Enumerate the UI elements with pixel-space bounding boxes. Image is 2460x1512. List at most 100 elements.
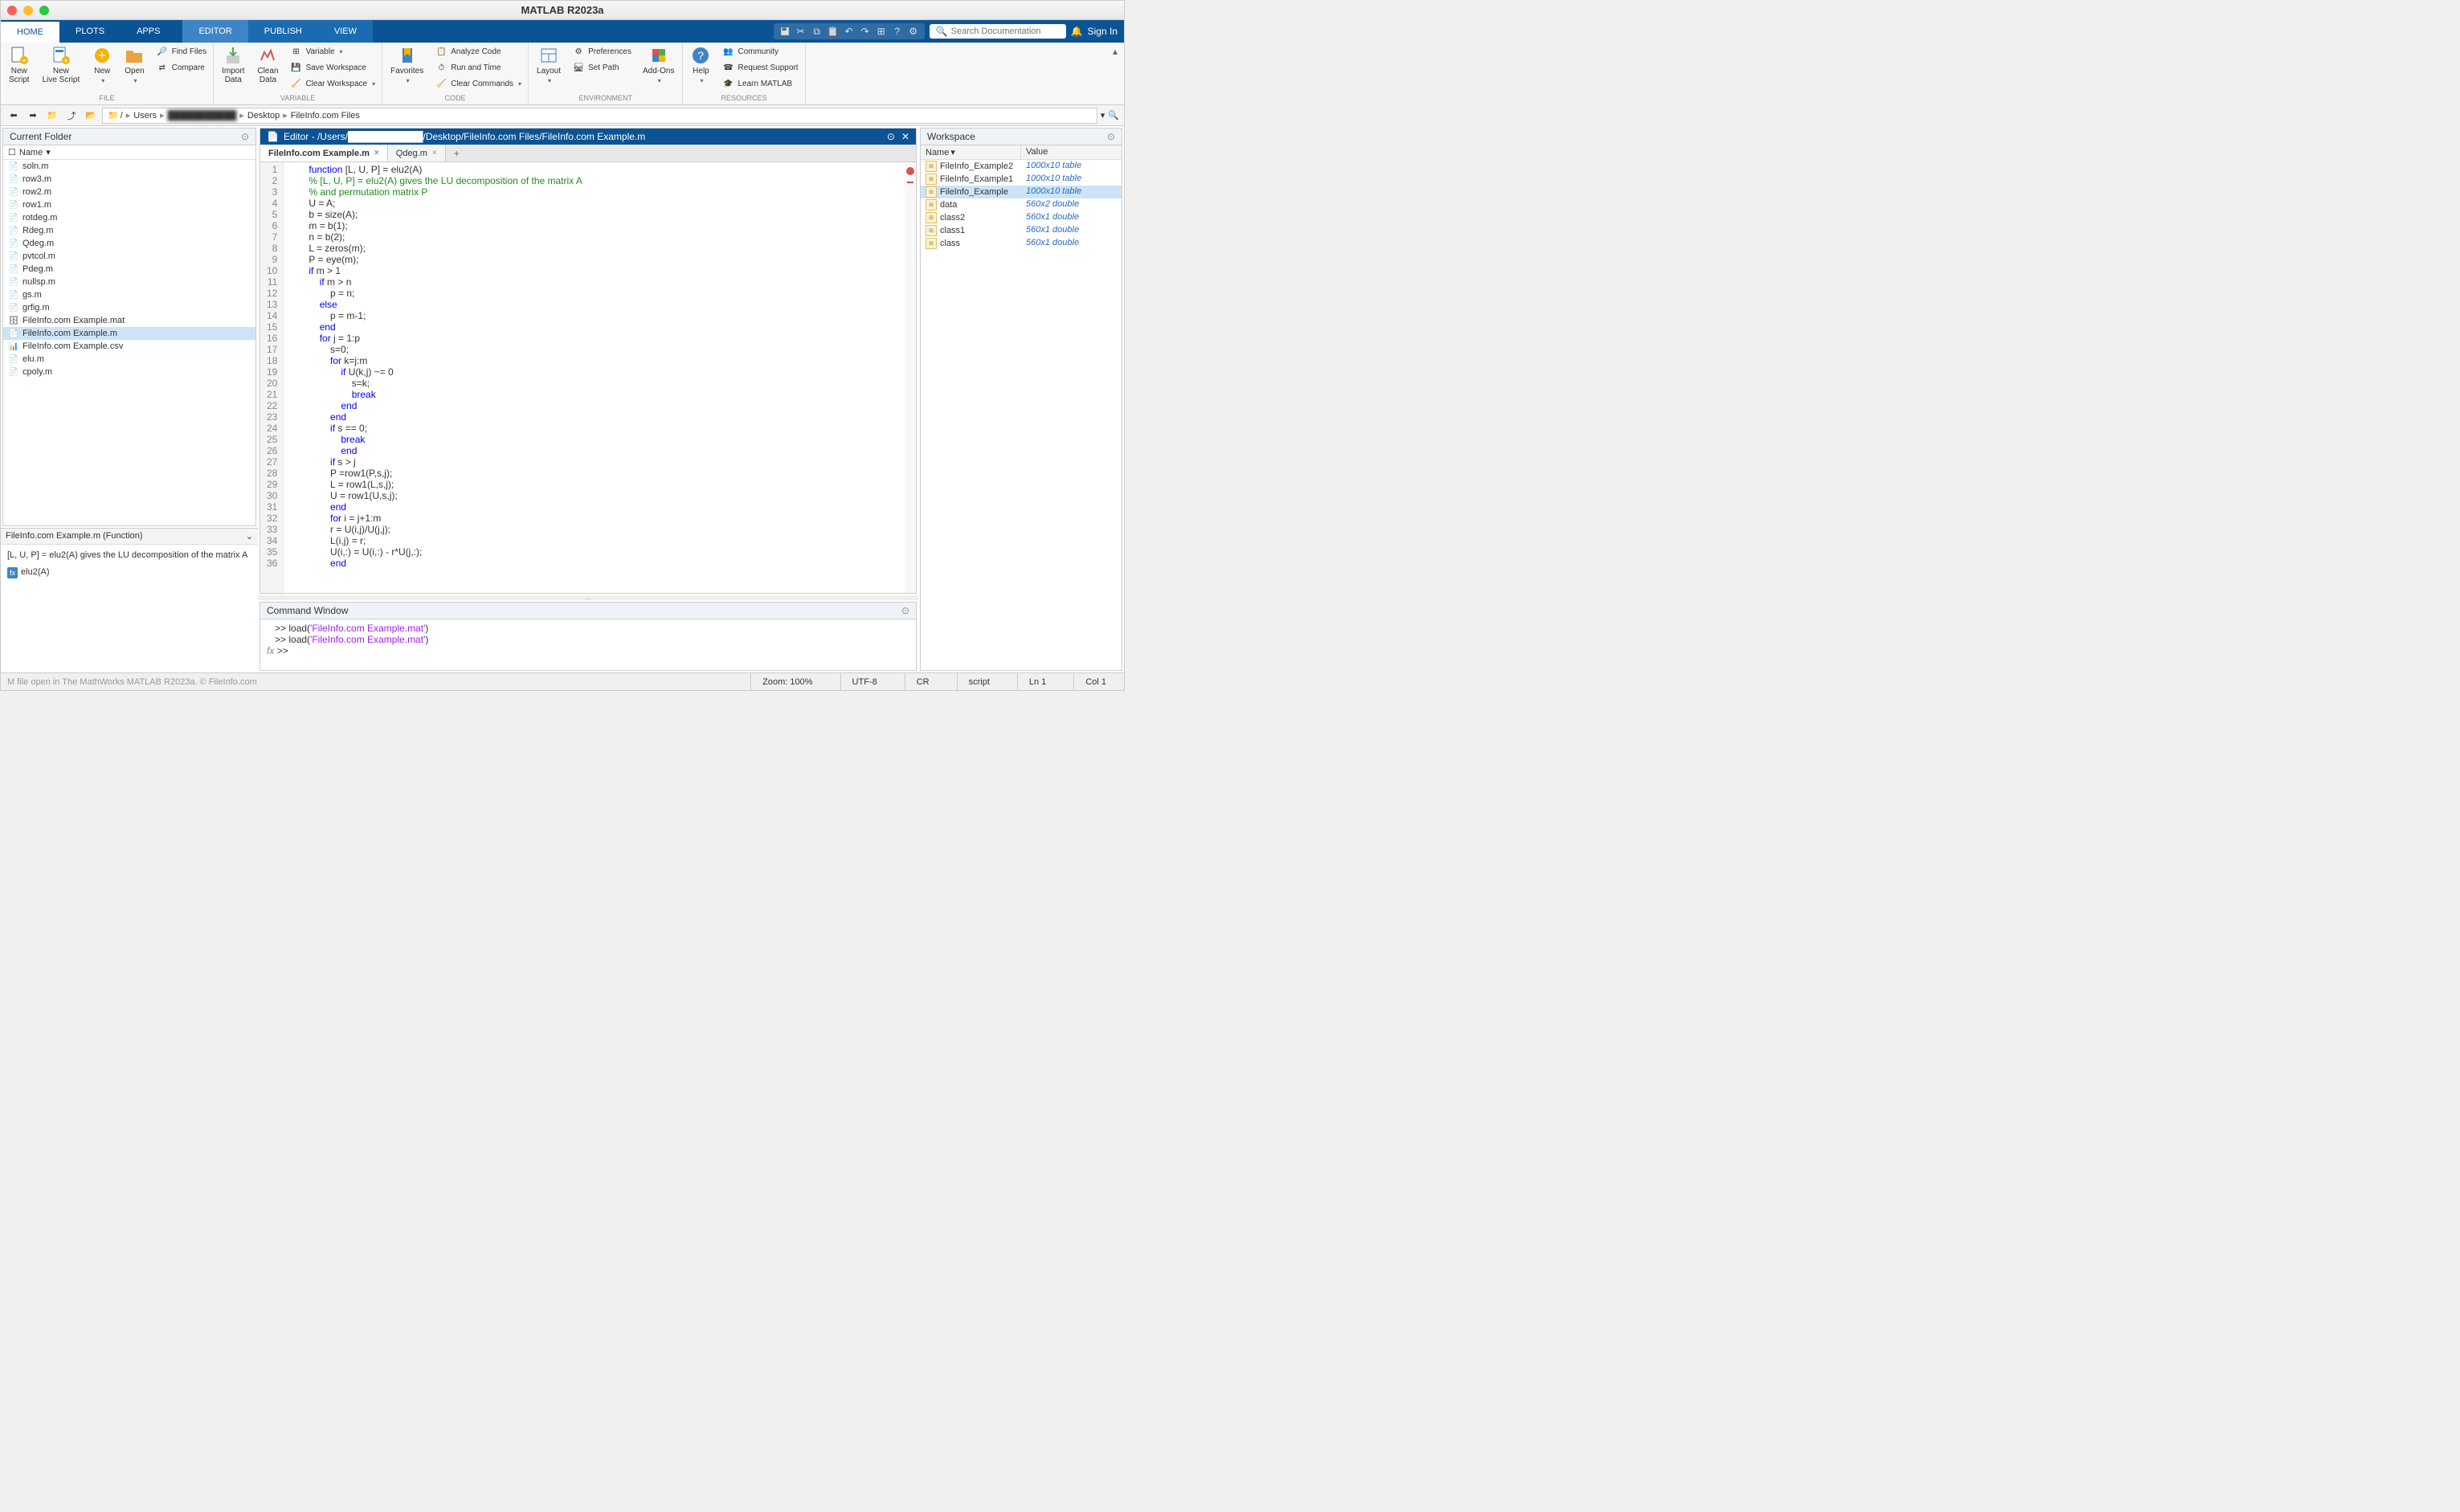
code-line[interactable]: end [309,558,881,569]
name-column[interactable]: Name [19,148,43,157]
layout-button[interactable]: Layout [533,44,564,86]
command-line[interactable]: fx >> [267,645,909,656]
editor-tab[interactable]: Qdeg.m× [388,145,446,161]
tab-close-icon[interactable]: × [432,149,437,157]
code-line[interactable]: for j = 1:p [309,333,881,344]
code-line[interactable]: if m > n [309,276,881,288]
workspace-item[interactable]: ⊞data560x2 double [921,198,1122,211]
save-icon[interactable] [778,25,791,38]
code-line[interactable]: P =row1(P,s,j); [309,468,881,479]
community-button[interactable]: 👥Community [720,44,799,59]
code-line[interactable]: U = row1(U,s,j); [309,490,881,501]
code-line[interactable]: break [309,389,881,400]
save-workspace-button[interactable]: 💾Save Workspace [288,60,378,75]
open-button[interactable]: Open [121,44,147,86]
breadcrumb-folder[interactable]: FileInfo.com Files [291,111,360,121]
window-close[interactable] [7,6,17,15]
code-line[interactable]: for k=j:m [309,355,881,366]
back-button[interactable]: ⬅ [6,108,22,124]
new-live-script-button[interactable]: + New Live Script [39,44,84,86]
editor-close-icon[interactable]: ✕ [901,131,909,142]
split-handle[interactable]: ⋯ [258,595,918,600]
file-item[interactable]: 📄Pdeg.m [3,263,255,276]
code-line[interactable]: end [309,501,881,513]
status-cr[interactable]: CR [905,673,941,690]
checkbox-icon[interactable]: ☐ [8,147,16,157]
details-collapse[interactable]: ⌄ [246,531,253,541]
code-line[interactable]: s=k; [309,378,881,389]
tab-apps[interactable]: APPS [121,20,176,43]
tab-home[interactable]: HOME [1,20,59,43]
code-line[interactable]: if s > j [309,456,881,468]
code-line[interactable]: if U(k,j) ~= 0 [309,366,881,378]
bell-icon[interactable]: 🔔 [1071,26,1083,37]
breadcrumb[interactable]: 📁 / ▸ Users ▸ ███████████ ▸ Desktop ▸ Fi… [102,108,1097,124]
browse-button[interactable]: 📂 [83,108,99,124]
new-script-button[interactable]: + New Script [6,44,33,86]
learn-button[interactable]: 🎓Learn MATLAB [720,76,799,91]
workspace-item[interactable]: ⊞FileInfo_Example11000x10 table [921,173,1122,186]
workspace-item[interactable]: ⊞FileInfo_Example21000x10 table [921,160,1122,173]
help-button[interactable]: ? Help [688,44,713,86]
status-encoding[interactable]: UTF-8 [840,673,889,690]
file-item[interactable]: 📄grfig.m [3,301,255,314]
help-icon[interactable]: ? [891,25,904,38]
window-minimize[interactable] [23,6,33,15]
cmd-menu-icon[interactable]: ⊙ [901,605,909,616]
favorites-button[interactable]: Favorites [387,44,427,86]
copy-icon[interactable]: ⧉ [811,25,823,38]
preferences-button[interactable]: ⚙Preferences [570,44,633,59]
breadcrumb-user[interactable]: ███████████ [168,111,237,121]
tab-publish[interactable]: PUBLISH [248,20,318,43]
file-item[interactable]: 🗄FileInfo.com Example.mat [3,314,255,327]
tab-view[interactable]: VIEW [318,20,373,43]
file-item[interactable]: 📄pvtcol.m [3,250,255,263]
ws-menu-icon[interactable]: ⊙ [1107,131,1115,142]
file-item[interactable]: 📄FileInfo.com Example.m [3,327,255,340]
code-line[interactable]: P = eye(m); [309,254,881,265]
code-line[interactable]: L(i,j) = r; [309,535,881,546]
clear-workspace-button[interactable]: 🧹Clear Workspace [288,76,378,91]
editor-menu-icon[interactable]: ⊙ [887,131,895,142]
code-line[interactable]: else [309,299,881,310]
clean-data-button[interactable]: Clean Data [254,44,281,86]
workspace-item[interactable]: ⊞class2560x1 double [921,211,1122,224]
code-line[interactable]: break [309,434,881,445]
code-line[interactable]: end [309,400,881,411]
tab-plots[interactable]: PLOTS [59,20,121,43]
variable-button[interactable]: ⊞Variable [288,44,378,59]
code-line[interactable]: n = b(2); [309,231,881,243]
sort-icon[interactable]: ▾ [46,147,51,157]
code-line[interactable]: b = size(A); [309,209,881,220]
error-indicator[interactable] [906,167,914,175]
clear-commands-button[interactable]: 🧹Clear Commands [433,76,523,91]
workspace-item[interactable]: ⊞class560x1 double [921,237,1122,250]
file-item[interactable]: 📄Qdeg.m [3,237,255,250]
signin-link[interactable]: Sign In [1088,26,1118,37]
import-data-button[interactable]: Import Data [219,44,247,86]
up-folder-button[interactable]: 📁 [44,108,60,124]
tab-close-icon[interactable]: × [374,149,379,157]
up-button[interactable]: ⤴ [63,108,80,124]
breadcrumb-users[interactable]: Users [133,111,157,121]
code-line[interactable]: s=0; [309,344,881,355]
editor-tab[interactable]: FileInfo.com Example.m× [260,145,388,161]
file-item[interactable]: 📄soln.m [3,160,255,173]
new-button[interactable]: + New [89,44,115,86]
breadcrumb-desktop[interactable]: Desktop [247,111,280,121]
panel-menu-icon[interactable]: ⊙ [241,131,249,142]
find-files-button[interactable]: 🔎Find Files [154,44,208,59]
tab-editor[interactable]: EDITOR [182,20,247,43]
file-item[interactable]: 📄row3.m [3,173,255,186]
code-line[interactable]: end [309,445,881,456]
run-time-button[interactable]: ⏱Run and Time [433,60,523,75]
error-marker[interactable] [907,182,913,183]
file-item[interactable]: 📄cpoly.m [3,366,255,378]
path-search-icon[interactable]: 🔍 [1108,110,1119,121]
code-line[interactable]: m = b(1); [309,220,881,231]
file-item[interactable]: 📄row1.m [3,198,255,211]
window-maximize[interactable] [39,6,49,15]
code-line[interactable]: if m > 1 [309,265,881,276]
add-tab-button[interactable]: + [446,145,468,161]
cut-icon[interactable]: ✂ [795,25,807,38]
